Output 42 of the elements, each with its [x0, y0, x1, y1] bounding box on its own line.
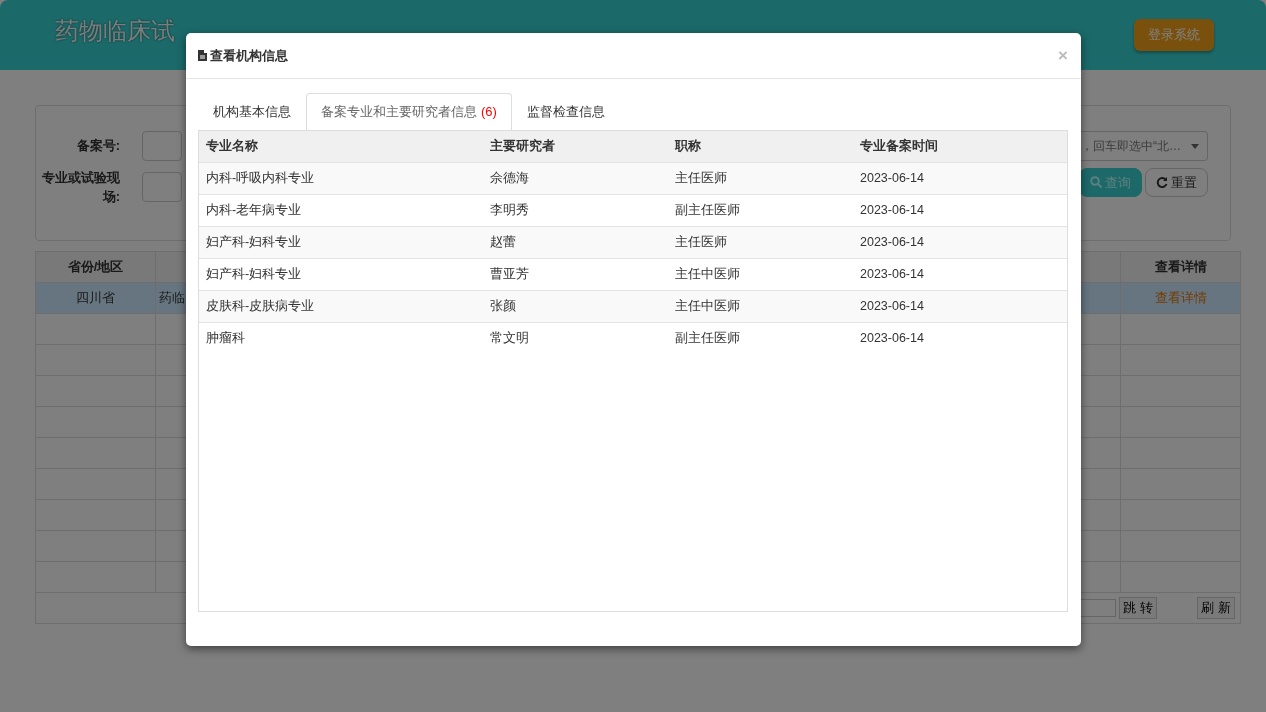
field-label: 专业或试验现场: [41, 168, 120, 206]
field-label: 备案号: [75, 137, 120, 156]
tab[interactable]: 机构基本信息 [198, 93, 306, 130]
column-header: 主要研究者 [483, 130, 668, 163]
refresh-button[interactable]: 刷 新 [1197, 597, 1235, 619]
column-header: 查看详情 [1120, 251, 1241, 283]
table-cell: 妇产科-妇科专业 [199, 226, 483, 259]
table-cell: 主任中医师 [668, 290, 853, 323]
table-cell: 张颜 [483, 290, 668, 323]
table-cell: 副主任医师 [668, 322, 853, 355]
refresh-icon [1156, 176, 1168, 189]
table-cell: 肿瘤科 [199, 322, 483, 355]
table-cell: 佘德海 [483, 162, 668, 195]
table-cell: 2023-06-14 [853, 226, 1067, 259]
modal-title: 查看机构信息 [210, 46, 288, 65]
table-cell: 药临 [158, 290, 185, 306]
document-icon [198, 50, 207, 61]
input-field[interactable] [142, 172, 182, 202]
table-cell: 2023-06-14 [853, 162, 1067, 195]
table-cell: 常文明 [483, 322, 668, 355]
table-cell: 赵蕾 [483, 226, 668, 259]
column-header: 省份/地区 [35, 251, 156, 283]
select-value: ，回车即选中“北… [1081, 138, 1181, 155]
table-cell: 2023-06-14 [853, 322, 1067, 355]
reset-button[interactable]: 重置 [1145, 167, 1208, 197]
select-field[interactable]: ，回车即选中“北… [1081, 131, 1208, 161]
column-header: 职称 [668, 130, 853, 163]
table-cell: 四川省 [35, 282, 156, 314]
table-cell: 内科-呼吸内科专业 [199, 162, 483, 195]
search-icon [1089, 176, 1102, 189]
column-header: 专业备案时间 [853, 130, 1067, 163]
table-cell: 主任医师 [668, 226, 853, 259]
caret-icon [1191, 143, 1199, 149]
tab[interactable]: 监督检查信息 [511, 93, 620, 130]
input-field[interactable] [142, 131, 182, 161]
jump-button[interactable]: 跳 转 [1119, 597, 1157, 619]
table-cell: 2023-06-14 [853, 290, 1067, 323]
column-header: 专业名称 [199, 130, 483, 163]
table-cell: 主任医师 [668, 162, 853, 195]
table-cell: 皮肤科-皮肤病专业 [199, 290, 483, 323]
site-title: 药物临床试 [55, 16, 175, 46]
tab[interactable]: 备案专业和主要研究者信息 (6) [306, 93, 512, 130]
